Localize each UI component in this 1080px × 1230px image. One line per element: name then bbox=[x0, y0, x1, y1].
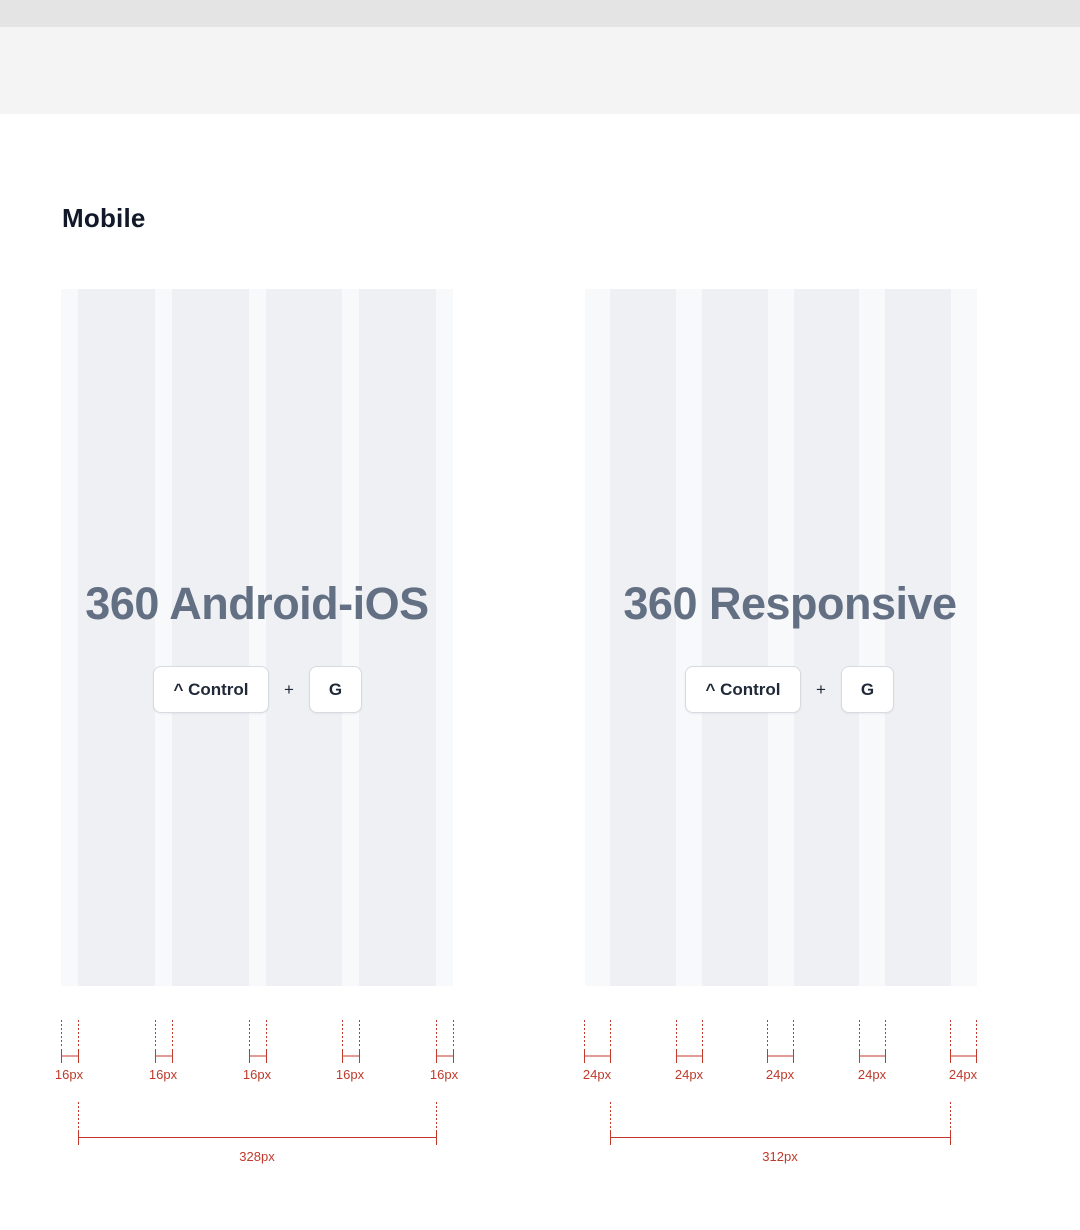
gutter-label: 16px bbox=[429, 1067, 459, 1082]
gutter-label: 16px bbox=[54, 1067, 84, 1082]
gutter-marker bbox=[249, 1020, 267, 1063]
gutter-marker bbox=[61, 1020, 79, 1063]
content-width-label: 328px bbox=[239, 1149, 275, 1164]
gutter-marker bbox=[676, 1020, 703, 1063]
gutter-label: 16px bbox=[148, 1067, 178, 1082]
gutter-marker bbox=[950, 1020, 977, 1063]
gutter-marker bbox=[767, 1020, 794, 1063]
gutter-marker bbox=[859, 1020, 886, 1063]
gutter-label: 24px bbox=[765, 1067, 795, 1082]
gutter-label: 24px bbox=[674, 1067, 704, 1082]
content-width-marker bbox=[610, 1102, 951, 1145]
gutter-marker bbox=[342, 1020, 360, 1063]
gutter-label: 16px bbox=[242, 1067, 272, 1082]
gutter-label: 24px bbox=[948, 1067, 978, 1082]
content-width-marker bbox=[78, 1102, 437, 1145]
gutter-label: 24px bbox=[857, 1067, 887, 1082]
measurement-lines bbox=[61, 1020, 977, 1145]
content-width-label: 312px bbox=[762, 1149, 798, 1164]
gutter-label: 24px bbox=[582, 1067, 612, 1082]
gutter-marker bbox=[155, 1020, 173, 1063]
gutter-marker bbox=[584, 1020, 611, 1063]
gutter-label: 16px bbox=[335, 1067, 365, 1082]
gutter-marker bbox=[436, 1020, 454, 1063]
